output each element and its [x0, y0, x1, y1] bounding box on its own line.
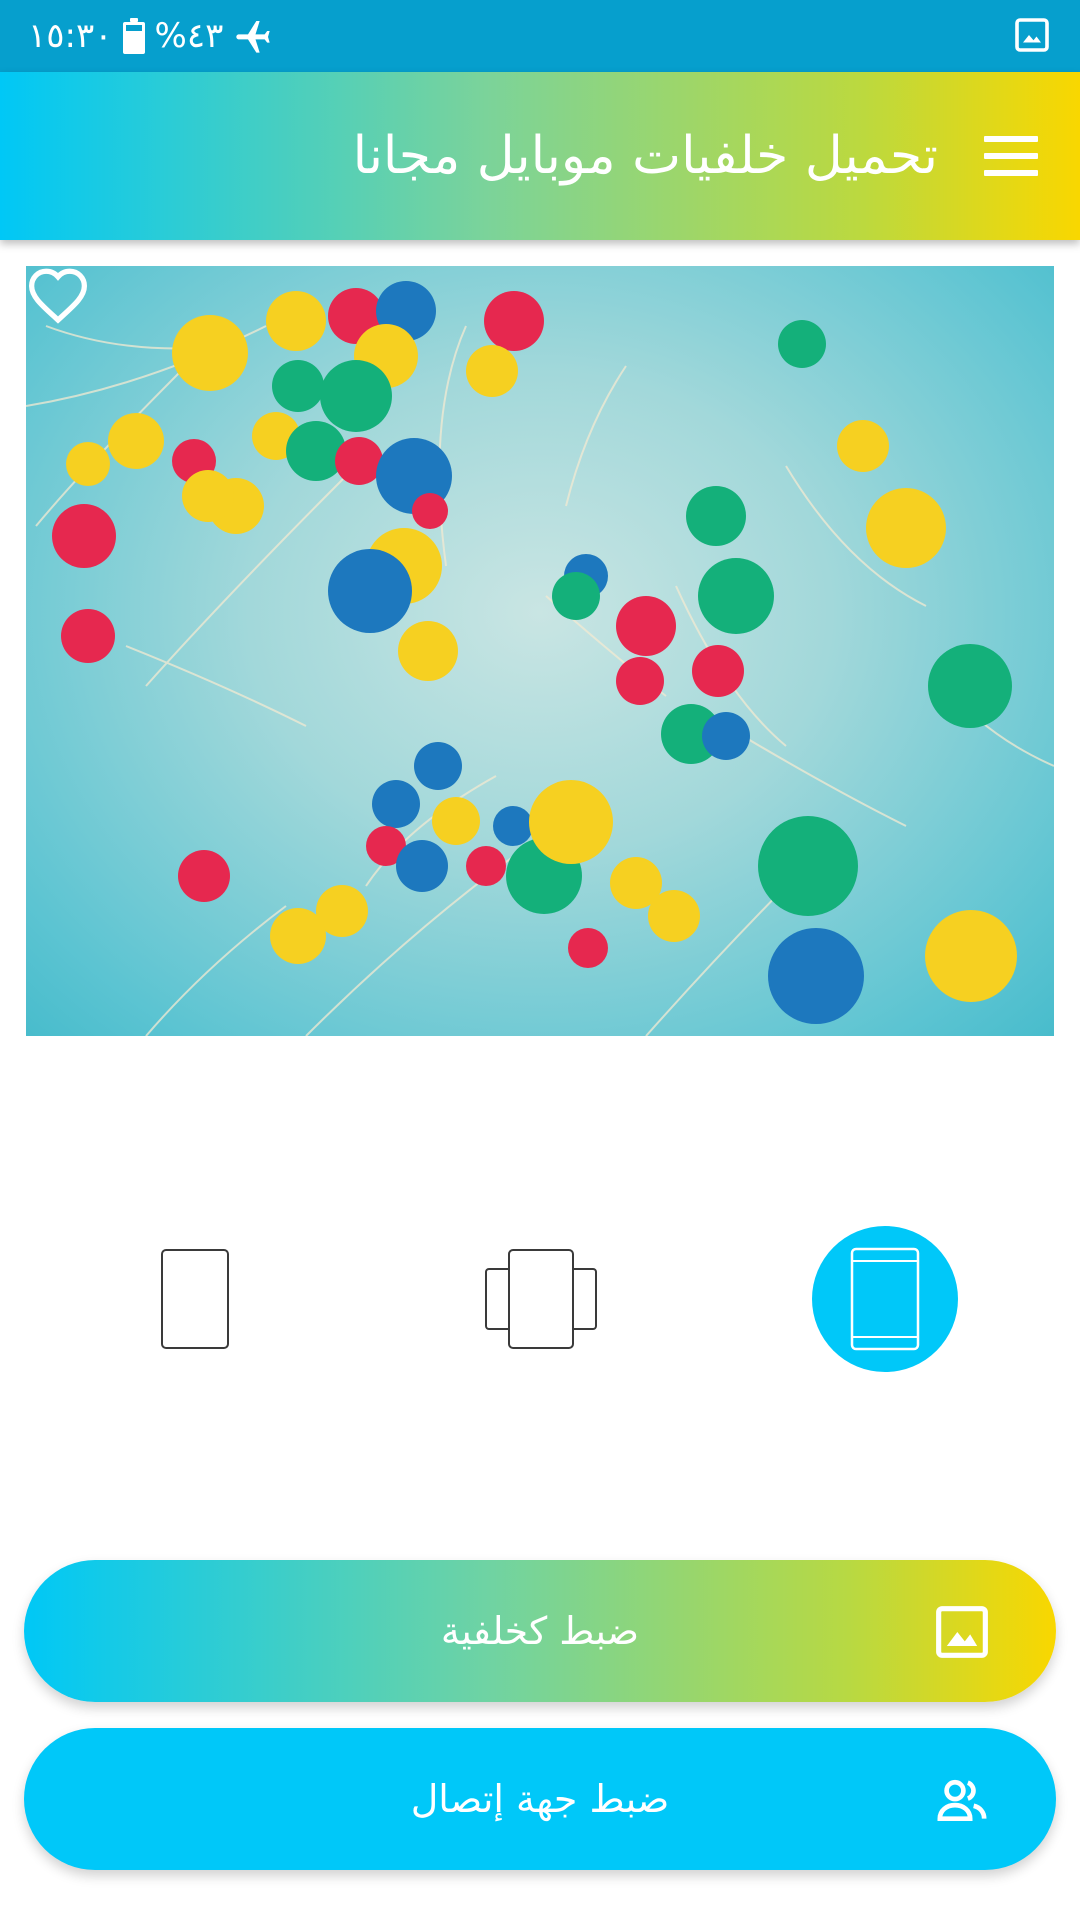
battery-percent: %٤٣ — [154, 16, 224, 56]
set-wallpaper-label: ضبط كخلفية — [440, 1609, 640, 1653]
phone-home-screen-icon — [850, 1247, 920, 1351]
image-icon — [936, 1606, 988, 1658]
app-bar: تحميل خلفيات موبايل مجانا — [0, 72, 1080, 240]
gallery-notification-icon — [1015, 18, 1049, 52]
home-screen-option[interactable] — [812, 1226, 958, 1372]
lock-screen-option[interactable] — [150, 1226, 240, 1372]
status-bar: ١٥:٣٠ %٤٣ — [0, 0, 1080, 72]
battery-icon — [122, 18, 145, 54]
phones-both-screens-icon — [485, 1249, 597, 1349]
home-and-lock-screen-option[interactable] — [476, 1226, 606, 1372]
balloons-image — [26, 281, 1054, 1036]
clock: ١٥:٣٠ — [28, 16, 113, 56]
phone-lock-screen-icon — [161, 1249, 229, 1349]
set-contact-label: ضبط جهة إتصال — [410, 1777, 670, 1821]
set-wallpaper-button[interactable]: ضبط كخلفية — [24, 1560, 1056, 1702]
airplane-mode-icon — [236, 21, 271, 53]
status-left-group: ١٥:٣٠ %٤٣ — [28, 14, 273, 58]
hamburger-menu-icon[interactable] — [984, 136, 1038, 176]
people-icon — [937, 1779, 987, 1821]
page-title: تحميل خلفيات موبايل مجانا — [352, 126, 938, 186]
set-contact-button[interactable]: ضبط جهة إتصال — [24, 1728, 1056, 1870]
heart-outline-icon[interactable] — [26, 266, 90, 324]
wallpaper-preview[interactable] — [26, 266, 1054, 1036]
